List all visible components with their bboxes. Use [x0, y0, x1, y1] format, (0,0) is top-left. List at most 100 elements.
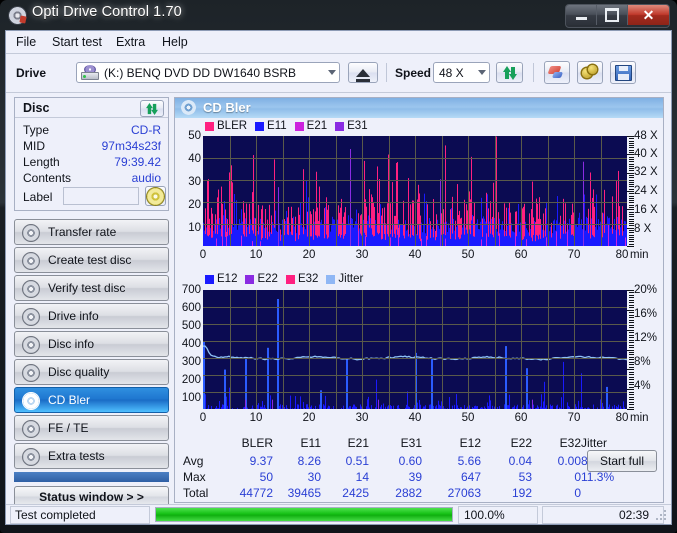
eject-button[interactable]	[348, 62, 378, 83]
sidebar-item-create-test-disc[interactable]: Create test disc	[14, 247, 169, 273]
gear-icon	[582, 65, 598, 80]
stats-avg-bler: 9.37	[249, 454, 273, 468]
legend-label-bler: BLER	[217, 120, 248, 132]
stats-total-e12: 27063	[447, 486, 481, 500]
bottom-rtick-20pct: 20%	[634, 284, 658, 296]
bottom-ytick-100: 100	[181, 392, 201, 404]
stats-avg-e21: 0.51	[345, 454, 369, 468]
stats-col-bler: BLER	[241, 436, 273, 450]
legend-swatch-e32	[285, 274, 295, 284]
disc-type-label: Type	[23, 123, 50, 137]
stats-avg-e32: 0.00	[557, 454, 581, 468]
disc-label-input[interactable]	[63, 187, 139, 205]
menu-extra[interactable]: Extra	[116, 35, 145, 49]
top-rtick-24x: 24 X	[634, 185, 658, 197]
disc-mid-value: 97m34s23f	[101, 139, 161, 153]
stats-avg-e11: 8.26	[297, 454, 321, 468]
stats-col-e11: E11	[300, 436, 321, 450]
disc-length-label: Length	[23, 155, 60, 169]
stats-max-e31: 39	[408, 470, 422, 484]
toolbar-divider-2	[533, 63, 534, 82]
bottom-xtick-0: 0	[199, 412, 207, 424]
menu-help[interactable]: Help	[162, 35, 188, 49]
client-area: File Start test Extra Help Drive (K:) BE…	[5, 30, 672, 525]
sidebar-item-fe-te[interactable]: FE / TE	[14, 415, 169, 441]
bottom-rtick-16pct: 16%	[634, 308, 658, 320]
bottom-chart-plot	[203, 290, 627, 409]
top-xaxis-unit: min	[630, 249, 649, 261]
drive-select[interactable]: (K:) BENQ DVD DD DW1640 BSRB	[76, 62, 340, 83]
toolbar-divider-1	[386, 63, 387, 82]
resize-grip[interactable]	[656, 510, 668, 522]
top-xtick-60: 60	[514, 249, 528, 261]
refresh-button[interactable]	[496, 62, 523, 83]
menu-file[interactable]: File	[16, 35, 36, 49]
sidebar-item-disc-info[interactable]: Disc info	[14, 331, 169, 357]
close-icon: ✕	[642, 6, 655, 23]
eraser-icon	[547, 66, 565, 79]
disc-test-icon	[23, 337, 39, 353]
top-ytick-40: 40	[188, 153, 201, 165]
eject-icon	[356, 68, 370, 82]
top-ytick-20: 20	[188, 199, 201, 211]
legend-swatch-e12	[205, 274, 214, 284]
top-xtick-40: 40	[408, 249, 422, 261]
erase-button[interactable]	[544, 61, 570, 84]
legend-label-e12: E12	[217, 273, 238, 285]
drive-label: Drive	[16, 66, 47, 80]
maximize-button[interactable]	[597, 5, 628, 25]
stats-col-e32: E32	[559, 436, 581, 450]
sidebar-item-label: CD Bler	[48, 393, 91, 407]
menu-start-test[interactable]: Start test	[52, 35, 102, 49]
bottom-ytick-500: 500	[181, 320, 201, 332]
speed-label: Speed	[395, 66, 432, 80]
sidebar-item-label: Disc quality	[48, 365, 110, 379]
legend-label-e22: E22	[257, 273, 278, 285]
legend-label-e32: E32	[297, 273, 319, 285]
bottom-rtick-12pct: 12%	[634, 332, 658, 344]
disc-drive-icon	[81, 65, 99, 80]
bottom-ytick-700: 700	[181, 284, 201, 296]
start-full-button[interactable]: Start full	[587, 450, 657, 472]
disc-refresh-button[interactable]	[140, 100, 164, 117]
speed-select-value: 48 X	[439, 65, 464, 80]
sidebar-item-drive-info[interactable]: Drive info	[14, 303, 169, 329]
bottom-ytick-600: 600	[181, 302, 201, 314]
bottom-xtick-80: 80	[615, 412, 629, 424]
stats-total-e11: 39465	[287, 486, 321, 500]
stats-max-e11: 30	[307, 470, 321, 484]
minimize-button[interactable]	[566, 5, 597, 25]
legend-label-e31: E31	[347, 120, 368, 132]
sidebar-item-extra-tests[interactable]: Extra tests	[14, 443, 169, 469]
stats-total-bler: 44772	[239, 486, 273, 500]
sidebar-item-label: Drive info	[48, 309, 99, 323]
refresh-arrows-icon	[502, 65, 518, 80]
bottom-chart: E12 E22 E32 Jitter 700 600 500 400 300 2…	[175, 272, 663, 434]
settings-button[interactable]	[577, 61, 603, 84]
title-bar: Opti Drive Control 1.70 ✕	[0, 0, 677, 30]
bottom-ytick-200: 200	[181, 374, 201, 386]
progress-bar-fill	[156, 508, 452, 521]
speed-select[interactable]: 48 X	[433, 62, 490, 83]
disc-label-button[interactable]	[145, 186, 166, 206]
bottom-xtick-60: 60	[514, 412, 528, 424]
legend-swatch-bler	[205, 121, 214, 131]
close-button[interactable]: ✕	[628, 5, 669, 25]
sidebar-item-cd-bler[interactable]: CD Bler	[14, 387, 169, 413]
sidebar-item-transfer-rate[interactable]: Transfer rate	[14, 219, 169, 245]
menu-bar: File Start test Extra Help	[6, 31, 671, 53]
bottom-xtick-30: 30	[355, 412, 369, 424]
page-title: CD Bler	[203, 100, 251, 115]
bottom-xaxis-unit: min	[630, 412, 649, 424]
legend-label-jitter: Jitter	[338, 273, 364, 285]
save-button[interactable]	[610, 61, 636, 84]
toolbar-divider	[6, 92, 671, 93]
sidebar-item-verify-test-disc[interactable]: Verify test disc	[14, 275, 169, 301]
sidebar-item-disc-quality[interactable]: Disc quality	[14, 359, 169, 385]
disc-panel: Disc Type CD-R MID 97m34s23f Length 79:3…	[14, 97, 169, 211]
drive-select-value: (K:) BENQ DVD DD DW1640 BSRB	[104, 65, 297, 80]
disc-test-icon	[23, 449, 39, 465]
top-xtick-80: 80	[615, 249, 629, 261]
disc-test-icon	[23, 421, 39, 437]
top-rtick-40x: 40 X	[634, 148, 658, 160]
